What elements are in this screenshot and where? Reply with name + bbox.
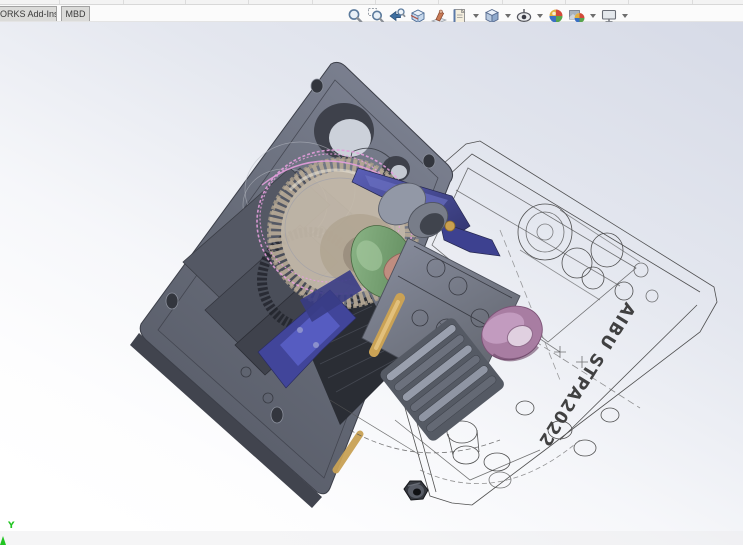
graphics-area[interactable]: AIBU STPA2022 Y — [0, 22, 743, 545]
dropdown-caret[interactable] — [537, 14, 543, 18]
ribbon-separator — [628, 0, 629, 4]
ribbon-separator — [123, 0, 124, 4]
ribbon-separator — [438, 0, 439, 4]
ribbon-separator — [185, 0, 186, 4]
model-canvas: AIBU STPA2022 Y — [0, 22, 743, 545]
ribbon-separator — [565, 0, 566, 4]
triad-y-label: Y — [7, 521, 15, 531]
ribbon-separator — [59, 0, 60, 4]
ribbon-separator — [692, 0, 693, 4]
ribbon-separator — [502, 0, 503, 4]
solidworks-window: ORKS Add-Ins MBD AIBU STPA2022 Y — [0, 0, 743, 545]
ribbon-separator — [312, 0, 313, 4]
dropdown-caret[interactable] — [622, 14, 628, 18]
ribbon-separator — [248, 0, 249, 4]
dropdown-caret[interactable] — [505, 14, 511, 18]
dropdown-caret[interactable] — [590, 14, 596, 18]
ribbon-separator — [375, 0, 376, 4]
floor-shade — [0, 531, 743, 545]
tab-mbd[interactable]: MBD — [61, 6, 90, 21]
dropdown-caret[interactable] — [473, 14, 479, 18]
tab-solidworks-add-ins[interactable]: ORKS Add-Ins — [0, 6, 57, 21]
